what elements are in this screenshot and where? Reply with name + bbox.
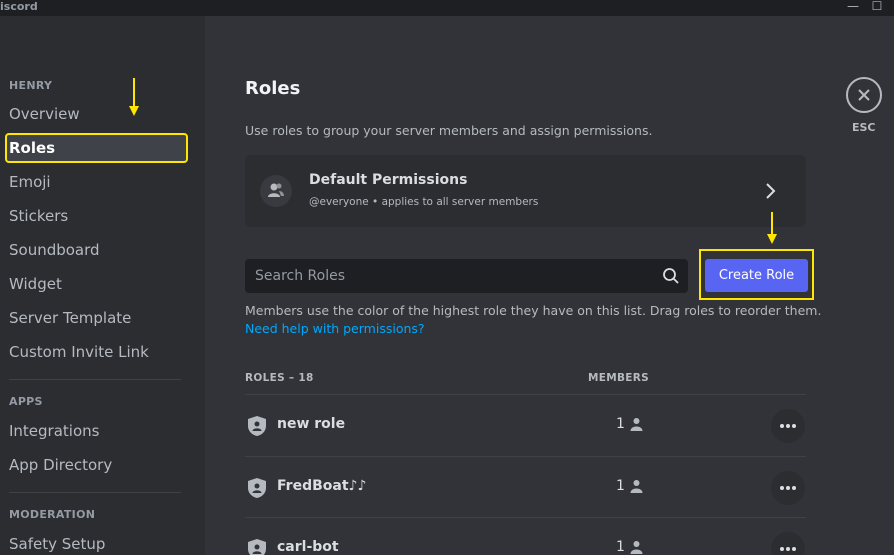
- sidebar-separator: [9, 379, 181, 380]
- role-name: carl-bot: [277, 539, 339, 555]
- sidebar-item-integrations[interactable]: Integrations: [5, 416, 188, 446]
- sidebar-item-roles[interactable]: Roles: [5, 133, 188, 163]
- sidebar-item-custom-invite-link[interactable]: Custom Invite Link: [5, 337, 188, 367]
- chevron-right-icon: [766, 183, 776, 199]
- sidebar-separator: [9, 492, 181, 493]
- annotation-arrow: [767, 212, 777, 244]
- window-titlebar: iscord — ☐: [0, 0, 894, 16]
- settings-sidebar: HENRY Overview Roles Emoji Stickers Soun…: [0, 16, 205, 555]
- roles-page: Roles Use roles to group your server mem…: [205, 16, 894, 555]
- sidebar-item-app-directory[interactable]: App Directory: [5, 450, 188, 480]
- default-permissions-card[interactable]: Default Permissions @everyone • applies …: [245, 155, 806, 227]
- sidebar-item-widget[interactable]: Widget: [5, 269, 188, 299]
- sidebar-item-emoji[interactable]: Emoji: [5, 167, 188, 197]
- roles-column-header: ROLES – 18: [245, 372, 314, 384]
- esc-label: ESC: [852, 121, 876, 134]
- member-icon: [630, 541, 643, 554]
- default-permissions-subtitle: @everyone • applies to all server member…: [309, 196, 539, 208]
- more-options-button[interactable]: [771, 532, 805, 555]
- create-role-button[interactable]: Create Role: [705, 259, 808, 292]
- close-icon: [858, 89, 870, 101]
- role-row[interactable]: carl-bot 1: [245, 517, 806, 555]
- shield-icon: [248, 478, 266, 498]
- more-options-button[interactable]: [771, 471, 805, 505]
- ellipsis-icon: [780, 547, 796, 551]
- people-icon: [260, 175, 292, 207]
- sidebar-item-safety-setup[interactable]: Safety Setup: [5, 529, 188, 555]
- create-role-highlight: Create Role: [699, 249, 814, 300]
- sidebar-item-overview[interactable]: Overview: [5, 99, 188, 129]
- more-options-button[interactable]: [771, 409, 805, 443]
- ellipsis-icon: [780, 424, 796, 428]
- sidebar-header-server: HENRY: [9, 79, 53, 92]
- minimize-button[interactable]: —: [843, 0, 863, 14]
- app-name: iscord: [0, 0, 38, 13]
- close-settings-button[interactable]: [846, 77, 882, 113]
- permissions-help-link[interactable]: Need help with permissions?: [245, 321, 425, 336]
- sidebar-item-soundboard[interactable]: Soundboard: [5, 235, 188, 265]
- member-icon: [630, 418, 643, 431]
- annotation-arrow: [129, 78, 139, 116]
- members-column-header: MEMBERS: [588, 372, 649, 384]
- shield-icon: [248, 416, 266, 436]
- role-color-help-text: Members use the color of the highest rol…: [245, 303, 822, 318]
- search-icon[interactable]: [662, 267, 680, 285]
- search-roles-input[interactable]: [245, 259, 655, 293]
- role-member-count: 1: [616, 539, 625, 555]
- maximize-button[interactable]: ☐: [867, 0, 887, 14]
- role-row[interactable]: new role 1: [245, 394, 806, 456]
- search-roles-box: [245, 259, 688, 293]
- sidebar-item-server-template[interactable]: Server Template: [5, 303, 188, 333]
- page-title: Roles: [245, 78, 301, 99]
- member-icon: [630, 480, 643, 493]
- role-member-count: 1: [616, 416, 625, 432]
- sidebar-header-apps: APPS: [9, 395, 43, 408]
- shield-icon: [248, 539, 266, 555]
- role-name: FredBoat♪♪: [277, 478, 367, 494]
- sidebar-header-moderation: MODERATION: [9, 508, 96, 521]
- role-name: new role: [277, 416, 346, 432]
- sidebar-item-stickers[interactable]: Stickers: [5, 201, 188, 231]
- ellipsis-icon: [780, 486, 796, 490]
- page-description: Use roles to group your server members a…: [245, 123, 653, 138]
- role-row[interactable]: FredBoat♪♪ 1: [245, 456, 806, 518]
- role-member-count: 1: [616, 478, 625, 494]
- default-permissions-title: Default Permissions: [309, 172, 468, 188]
